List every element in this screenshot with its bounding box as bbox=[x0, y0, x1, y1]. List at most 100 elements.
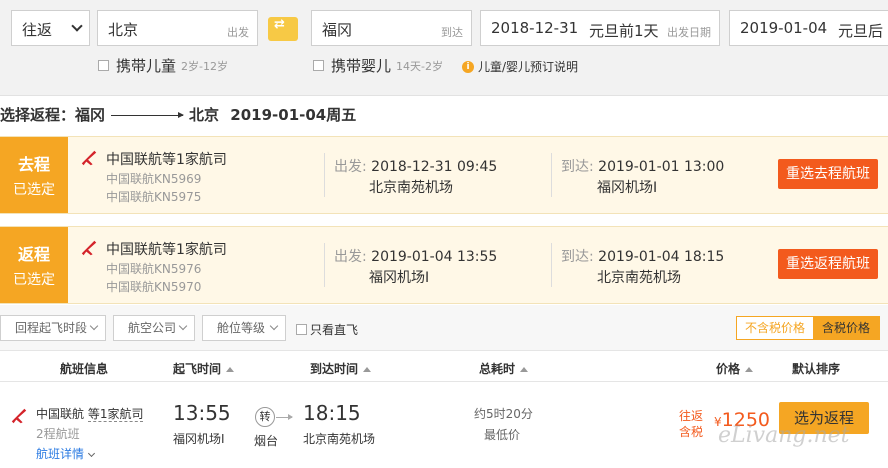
depart-holiday: 元旦前1天 bbox=[589, 22, 659, 40]
chevron-down-icon bbox=[178, 321, 188, 331]
sort-up-icon bbox=[520, 367, 529, 372]
return-arr-airport: 北京南苑机场 bbox=[597, 270, 681, 286]
page-title: 选择返程：福冈 北京 2019-01-04周五 bbox=[0, 104, 356, 125]
airline-filter-label: 航空公司 bbox=[128, 321, 177, 335]
booking-note-link[interactable]: i 儿童/婴儿预订说明 bbox=[462, 58, 578, 75]
divider bbox=[324, 153, 325, 197]
child-option[interactable]: 携带儿童 2岁-12岁 bbox=[98, 55, 228, 76]
return-flight-1: 中国联航KN5976 bbox=[106, 262, 202, 276]
price-mode-toggle: 不含税价格 含税价格 bbox=[736, 316, 880, 340]
col-price[interactable]: 价格 bbox=[716, 360, 754, 377]
flight-detail-link[interactable]: 航班详情 bbox=[36, 445, 96, 462]
cabin-filter[interactable]: 舱位等级 bbox=[202, 315, 286, 341]
outbound-flight-1: 中国联航KN5969 bbox=[106, 172, 202, 186]
outbound-badge-status: 已选定 bbox=[13, 182, 55, 198]
price-incl-tax-tab[interactable]: 含税价格 bbox=[813, 317, 879, 339]
outbound-arr-value: 2019-01-01 13:00 bbox=[598, 159, 725, 175]
infant-checkbox[interactable] bbox=[313, 60, 324, 71]
transfer-city: 烟台 bbox=[254, 434, 279, 448]
selected-return-panel: 返程 已选定 中国联航等1家航司 中国联航KN5976 中国联航KN5970 出… bbox=[0, 226, 888, 304]
chevron-down-icon bbox=[87, 449, 96, 458]
airline-logo-icon bbox=[81, 240, 97, 256]
from-city-tag: 出发 bbox=[227, 26, 249, 39]
result-dep-airport: 福冈机场I bbox=[173, 432, 225, 446]
divider bbox=[324, 243, 325, 287]
col-dep-time[interactable]: 起飞时间 bbox=[173, 360, 235, 377]
swap-arrows-icon: ⇄ bbox=[274, 17, 285, 32]
col-price-label: 价格 bbox=[716, 362, 741, 376]
return-badge-title: 返程 bbox=[17, 245, 50, 264]
search-bar: 往返 北京 出发 ⇄ 福冈 到达 2018-12-31 元旦前1天 出发日期 2… bbox=[0, 0, 888, 96]
child-age-range: 2岁-12岁 bbox=[181, 59, 228, 73]
from-city-input[interactable]: 北京 出发 bbox=[97, 10, 258, 46]
result-arr-airport: 北京南苑机场 bbox=[303, 432, 376, 446]
to-city-input[interactable]: 福冈 到达 bbox=[311, 10, 472, 46]
depart-date-value: 2018-12-31 bbox=[491, 19, 579, 37]
return-date-value: 2019-01-04 bbox=[740, 19, 828, 37]
outbound-badge-title: 去程 bbox=[17, 155, 50, 174]
to-city-tag: 到达 bbox=[441, 26, 463, 39]
return-time-filter[interactable]: 回程起飞时段 bbox=[0, 315, 106, 341]
col-arr-time[interactable]: 到达时间 bbox=[310, 360, 372, 377]
reselect-outbound-button[interactable]: 重选去程航班 bbox=[778, 159, 878, 189]
col-duration[interactable]: 总耗时 bbox=[479, 360, 529, 377]
return-dep-value: 2019-01-04 13:55 bbox=[371, 249, 498, 265]
child-label: 携带儿童 bbox=[116, 57, 177, 75]
outbound-arr-time: 到达: 2019-01-01 13:00 bbox=[561, 156, 724, 176]
results-header: 航班信息 起飞时间 到达时间 总耗时 价格 默认排序 bbox=[0, 352, 888, 382]
outbound-flight-2: 中国联航KN5975 bbox=[106, 190, 202, 204]
price-excl-tax-tab[interactable]: 不含税价格 bbox=[737, 317, 813, 339]
result-airline-name: 中国联航 bbox=[36, 407, 88, 421]
return-badge: 返程 已选定 bbox=[0, 227, 68, 303]
result-duration: 约5时20分 bbox=[474, 407, 533, 421]
price-tax-label: 含税 bbox=[679, 425, 704, 439]
reselect-return-button[interactable]: 重选返程航班 bbox=[778, 249, 878, 279]
col-default-sort[interactable]: 默认排序 bbox=[792, 360, 840, 377]
infant-option[interactable]: 携带婴儿 14天-2岁 bbox=[313, 55, 443, 76]
cabin-filter-label: 舱位等级 bbox=[217, 321, 266, 335]
swap-cities-button[interactable]: ⇄ bbox=[268, 17, 298, 41]
return-flight-2: 中国联航KN5970 bbox=[106, 280, 202, 294]
result-airline-link[interactable]: 等1家航司 bbox=[87, 407, 144, 422]
result-airline: 中国联航 等1家航司 bbox=[36, 405, 144, 422]
trip-type-select[interactable]: 往返 bbox=[11, 10, 90, 46]
outbound-dep-airport: 北京南苑机场 bbox=[369, 180, 453, 196]
chevron-down-icon bbox=[89, 321, 99, 331]
divider bbox=[551, 243, 552, 287]
col-flight-info: 航班信息 bbox=[60, 362, 109, 376]
price-roundtrip-label: 往返 bbox=[679, 409, 704, 423]
outbound-arr-label: 到达: bbox=[561, 159, 599, 175]
airline-filter[interactable]: 航空公司 bbox=[113, 315, 195, 341]
to-city-value: 福冈 bbox=[322, 21, 353, 39]
result-dep-time: 13:55 bbox=[173, 401, 231, 425]
return-date-input[interactable]: 2019-01-04 元旦后 bbox=[729, 10, 888, 46]
return-dep-time: 出发: 2019-01-04 13:55 bbox=[334, 246, 497, 266]
col-arr-time-label: 到达时间 bbox=[310, 362, 359, 376]
outbound-badge: 去程 已选定 bbox=[0, 137, 68, 213]
result-arr-time: 18:15 bbox=[303, 401, 361, 425]
col-duration-label: 总耗时 bbox=[479, 362, 516, 376]
route-prefix: 选择返程： bbox=[0, 106, 76, 124]
divider bbox=[551, 153, 552, 197]
infant-age-range: 14天-2岁 bbox=[396, 59, 443, 73]
outbound-airline: 中国联航等1家航司 bbox=[106, 152, 227, 168]
airline-logo-icon bbox=[81, 150, 97, 166]
arrow-right-icon bbox=[111, 112, 185, 118]
child-checkbox[interactable] bbox=[98, 60, 109, 71]
route-to: 北京 bbox=[189, 106, 220, 124]
return-holiday: 元旦后 bbox=[838, 22, 884, 40]
direct-only-label: 只看直飞 bbox=[310, 323, 359, 337]
return-arr-value: 2019-01-04 18:15 bbox=[598, 249, 725, 265]
booking-note-text: 儿童/婴儿预订说明 bbox=[478, 60, 579, 74]
depart-date-hint: 出发日期 bbox=[667, 26, 711, 39]
return-arr-label: 到达: bbox=[561, 249, 599, 265]
flight-detail-label: 航班详情 bbox=[36, 447, 85, 461]
depart-date-input[interactable]: 2018-12-31 元旦前1天 出发日期 bbox=[480, 10, 720, 46]
arrow-right-icon bbox=[276, 414, 293, 420]
outbound-dep-label: 出发: bbox=[334, 159, 372, 175]
from-city-value: 北京 bbox=[108, 21, 139, 39]
infant-label: 携带婴儿 bbox=[331, 57, 392, 75]
outbound-arr-airport: 福冈机场I bbox=[597, 180, 658, 196]
direct-only-checkbox[interactable] bbox=[296, 324, 307, 335]
direct-only-option[interactable]: 只看直飞 bbox=[296, 321, 358, 338]
